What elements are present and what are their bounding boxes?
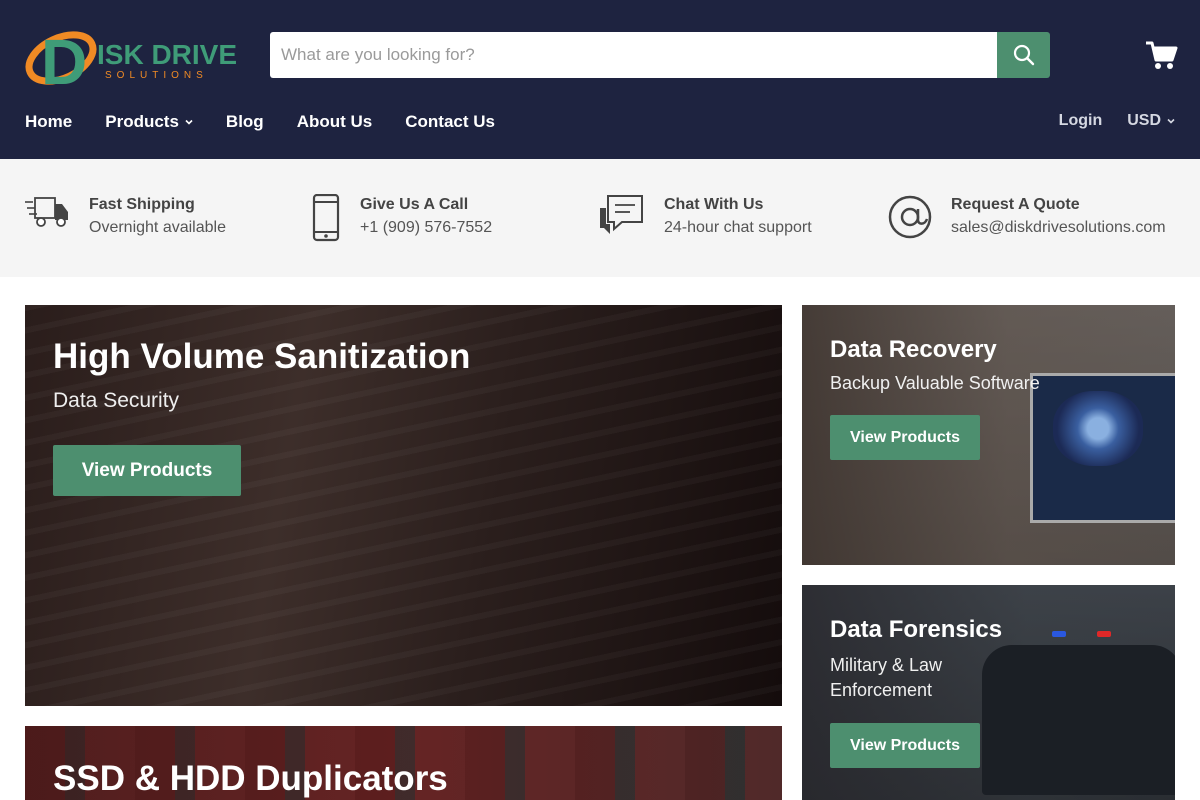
logo-mark: D ISK DRIVE SOLUTIONS [25, 26, 237, 98]
logo-letter: D [41, 26, 87, 90]
login-link[interactable]: Login [1059, 112, 1103, 130]
tile-title: SSD & HDD Duplicators [53, 759, 448, 798]
view-products-button[interactable]: View Products [53, 445, 241, 496]
nav-item-blog[interactable]: Blog [226, 112, 264, 132]
feature-chat: Chat With Us 24-hour chat support [600, 194, 812, 242]
feature-text: 24-hour chat support [664, 219, 812, 236]
main-nav: Home Products Blog About Us Contact Us [25, 112, 528, 132]
chat-icon [600, 195, 643, 234]
tile-content: SSD & HDD Duplicators [53, 759, 448, 799]
logo-main-text: ISK DRIVE [97, 39, 237, 70]
nav-label: Contact Us [405, 112, 495, 131]
nav-item-about-us[interactable]: About Us [297, 112, 373, 132]
nav-item-contact-us[interactable]: Contact Us [405, 112, 495, 132]
tile-data-forensics[interactable]: Data Forensics Military & Law Enforcemen… [802, 585, 1175, 800]
logo[interactable]: D ISK DRIVE SOLUTIONS [25, 22, 247, 98]
truck-icon [25, 197, 68, 227]
feature-quote: Request A Quote sales@diskdrivesolutions… [887, 194, 1166, 242]
tile-duplicators[interactable]: SSD & HDD Duplicators [25, 726, 782, 800]
at-icon [888, 195, 932, 239]
chevron-down-icon [1167, 118, 1175, 124]
search-input[interactable] [270, 32, 997, 78]
tile-subtitle: Backup Valuable Software [830, 373, 1040, 393]
phone-icon [312, 194, 340, 242]
feature-title: Fast Shipping [89, 196, 195, 213]
nav-item-products[interactable]: Products [105, 112, 193, 132]
tile-subtitle: Data Security [53, 389, 180, 412]
tile-data-recovery[interactable]: Data Recovery Backup Valuable Software V… [802, 305, 1175, 565]
feature-fast-shipping: Fast Shipping Overnight available [25, 194, 226, 242]
cart-icon [1146, 41, 1178, 69]
search-icon [1013, 44, 1034, 66]
tile-title: Data Recovery [830, 336, 997, 363]
account-nav: Login USD [1034, 112, 1175, 130]
feature-text: +1 (909) 576-7552 [360, 219, 493, 236]
currency-select[interactable]: USD [1127, 112, 1175, 130]
tile-title: High Volume Sanitization [53, 337, 471, 376]
currency-label: USD [1127, 112, 1161, 129]
tile-high-volume-sanitization[interactable]: High Volume Sanitization Data Security V… [25, 305, 782, 706]
view-products-button[interactable]: View Products [830, 723, 980, 768]
site-header: D ISK DRIVE SOLUTIONS Home Products Blog… [0, 0, 1200, 159]
search-button[interactable] [997, 32, 1050, 78]
cart-button[interactable] [1144, 38, 1178, 72]
tile-content: Data Forensics Military & Law Enforcemen… [830, 615, 1002, 768]
chevron-down-icon [185, 119, 193, 125]
feature-title: Give Us A Call [360, 196, 469, 213]
police-car-image [982, 645, 1175, 795]
feature-text: Overnight available [89, 219, 226, 236]
feature-text[interactable]: sales@diskdrivesolutions.com [951, 216, 1166, 240]
tile-content: High Volume Sanitization Data Security V… [53, 337, 470, 496]
tile-subtitle: Military & Law Enforcement [830, 655, 943, 700]
nav-label: Home [25, 112, 73, 131]
logo-sub-text: SOLUTIONS [105, 70, 208, 81]
police-light-red [1097, 631, 1111, 637]
feature-call: Give Us A Call +1 (909) 576-7552 [312, 194, 492, 242]
nav-label: Products [105, 112, 179, 131]
view-products-button[interactable]: View Products [830, 415, 980, 460]
feature-title: Chat With Us [664, 196, 764, 213]
feature-title: Request A Quote [951, 196, 1080, 213]
features-bar: Fast Shipping Overnight available Give U… [0, 159, 1200, 277]
nav-item-home[interactable]: Home [25, 112, 72, 132]
nav-label: Blog [225, 112, 264, 131]
login-label: Login [1058, 112, 1103, 129]
tile-content: Data Recovery Backup Valuable Software V… [830, 335, 1040, 460]
nav-label: About Us [296, 112, 373, 131]
police-light-blue [1052, 631, 1066, 637]
tile-title: Data Forensics [830, 616, 1003, 643]
search-bar [270, 32, 1050, 78]
monitor-image [1030, 373, 1175, 523]
